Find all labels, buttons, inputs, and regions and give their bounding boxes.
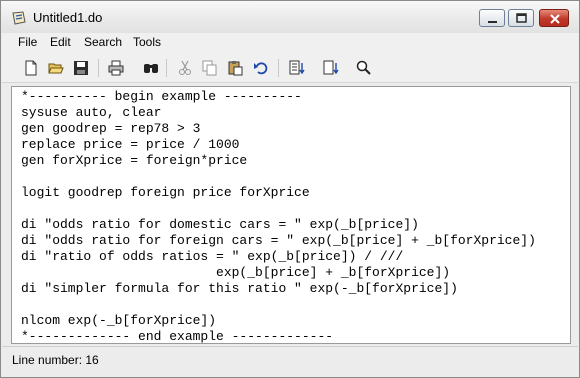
code-line: *---------- begin example ---------- xyxy=(21,89,302,104)
menu-tools[interactable]: Tools xyxy=(131,35,163,49)
code-line: *------------- end example ------------- xyxy=(21,329,334,344)
code-line: di "ratio of odds ratios = " exp(_b[pric… xyxy=(21,249,404,264)
find-icon[interactable] xyxy=(141,58,161,78)
toolbar-separator xyxy=(278,59,279,77)
code-line: di "simpler formula for this ratio " exp… xyxy=(21,281,458,296)
code-line: di "odds ratio for foreign cars = " exp(… xyxy=(21,233,536,248)
menu-edit[interactable]: Edit xyxy=(48,35,73,49)
menu-search[interactable]: Search xyxy=(82,35,124,49)
preview-icon[interactable] xyxy=(354,58,374,78)
title-bar[interactable]: Untitled1.do xyxy=(1,1,579,33)
copy-icon[interactable] xyxy=(200,58,220,78)
run-icon[interactable] xyxy=(287,58,307,78)
code-editor[interactable]: *---------- begin example ---------- sys… xyxy=(11,86,571,344)
open-folder-icon[interactable] xyxy=(46,58,66,78)
code-line: gen forXprice = foreign*price xyxy=(21,153,248,168)
undo-icon[interactable] xyxy=(251,58,271,78)
window-title: Untitled1.do xyxy=(33,10,103,25)
maximize-button[interactable] xyxy=(508,9,534,27)
code-line: gen goodrep = rep78 > 3 xyxy=(21,121,201,136)
code-line: replace price = price / 1000 xyxy=(21,137,240,152)
code-line: logit goodrep foreign price forXprice xyxy=(21,185,310,200)
toolbar xyxy=(2,53,578,83)
code-line: di "odds ratio for domestic cars = " exp… xyxy=(21,217,419,232)
stata-app-icon xyxy=(11,10,27,26)
run-selection-icon[interactable] xyxy=(321,58,341,78)
status-bar: Line number: 16 xyxy=(2,346,578,377)
paste-icon[interactable] xyxy=(225,58,245,78)
cut-icon[interactable] xyxy=(175,58,195,78)
editor-window: Untitled1.do File Edit Search Tools *---… xyxy=(0,0,580,378)
new-file-icon[interactable] xyxy=(21,58,41,78)
minimize-button[interactable] xyxy=(479,9,505,27)
line-number-status: Line number: 16 xyxy=(12,353,99,367)
save-icon[interactable] xyxy=(71,58,91,78)
close-button[interactable] xyxy=(539,9,569,27)
print-icon[interactable] xyxy=(106,58,126,78)
toolbar-separator xyxy=(98,59,99,77)
menu-file[interactable]: File xyxy=(16,35,39,49)
code-line: nlcom exp(-_b[forXprice]) xyxy=(21,313,217,328)
code-line: sysuse auto, clear xyxy=(21,105,162,120)
menu-bar: File Edit Search Tools xyxy=(2,33,578,53)
code-line: exp(_b[price] + _b[forXprice]) xyxy=(21,265,451,280)
toolbar-separator xyxy=(166,59,167,77)
